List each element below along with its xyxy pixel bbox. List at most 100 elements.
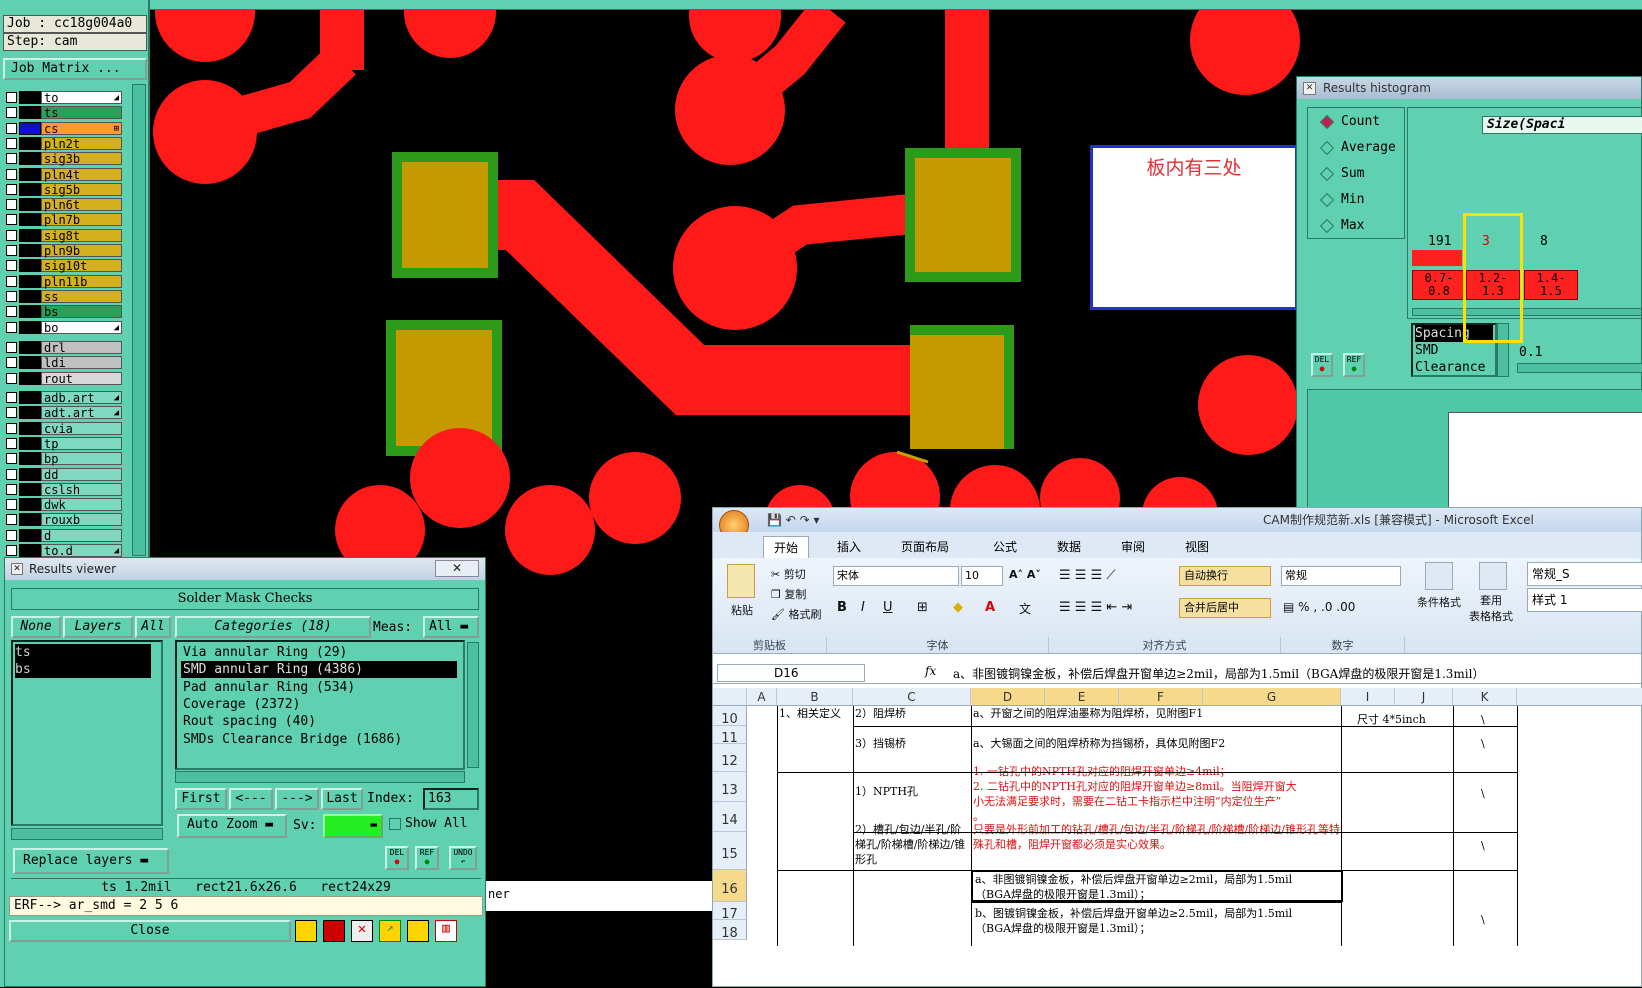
radio-icon[interactable] [1319, 218, 1335, 233]
layer-name[interactable]: pln7b [41, 213, 122, 227]
column-header[interactable]: B [777, 688, 853, 706]
job-matrix-button[interactable]: Job Matrix ... [3, 58, 147, 80]
index-input[interactable]: 163 [423, 788, 479, 810]
layer-name[interactable]: sig8t [41, 228, 122, 242]
merge-center-button[interactable]: 合并后居中 [1179, 598, 1271, 618]
option-min[interactable]: Min [1319, 192, 1364, 207]
replace-layers-dropdown[interactable]: Replace layers ▬ [13, 848, 169, 874]
column-header[interactable]: G [1203, 688, 1341, 706]
cell-k12[interactable]: \ [1481, 736, 1501, 752]
layer-checkbox[interactable] [6, 407, 17, 419]
option-max[interactable]: Max [1319, 218, 1364, 233]
layer-name[interactable]: rout [41, 371, 122, 385]
cell-d13b[interactable]: 2. 二钻孔中的NPTH孔对应的阻焊开窗单边≥8mil。当阻焊开窗大 [973, 779, 1343, 794]
cell-d17a[interactable]: b、图镀铜镍金板，补偿后焊盘开窗单边≥2.5mil，局部为1.5mil [975, 906, 1341, 921]
tab-页面布局[interactable]: 页面布局 [891, 536, 959, 557]
category-hscrollbar[interactable] [175, 771, 465, 783]
conditional-format-icon[interactable] [1425, 562, 1453, 590]
bin-label[interactable]: 0.7- 0.8 [1412, 270, 1466, 300]
layer-checkbox[interactable] [6, 468, 17, 480]
step-icon[interactable]: ↗ [379, 920, 401, 942]
radio-icon[interactable] [1319, 192, 1335, 207]
layer-name[interactable]: sig5b [41, 182, 122, 196]
layer-name[interactable]: cvia [41, 421, 122, 435]
layer-checkbox[interactable] [6, 437, 17, 449]
layers-button[interactable]: Layers [63, 616, 133, 638]
layer-name[interactable]: sig3b [41, 152, 122, 166]
table-format-button[interactable]: 套用 表格格式 [1469, 592, 1513, 624]
all-layers-button[interactable]: All [135, 616, 171, 638]
layer-row-bs[interactable]: bs [6, 304, 122, 319]
layer-name[interactable]: adb.art ◢ [41, 391, 122, 405]
layer-name[interactable]: cslsh [41, 482, 122, 496]
layer-name[interactable]: pln11b [41, 274, 122, 288]
layer-row-dd[interactable]: dd [6, 467, 122, 482]
layer-checkbox[interactable] [6, 214, 17, 226]
layer-checkbox[interactable] [6, 545, 17, 556]
layer-checkbox[interactable] [6, 453, 17, 465]
bin-label[interactable]: 1.4- 1.5 [1524, 270, 1578, 300]
column-header[interactable]: I [1341, 688, 1395, 706]
cell-c12[interactable]: 3）挡锡桥 [855, 736, 969, 752]
histogram-type-item[interactable]: SMD [1415, 342, 1438, 359]
histogram-bar[interactable] [1412, 250, 1462, 266]
align-top-icons[interactable]: ☰ ☰ ☰ ⟋ [1059, 568, 1115, 583]
column-header[interactable]: C [853, 688, 971, 706]
cross-icon[interactable]: ✕ [351, 920, 373, 942]
layer-row-pln2t[interactable]: pln2t [6, 136, 122, 151]
layer-row-ts[interactable]: ts [6, 105, 122, 120]
layer-checkbox[interactable] [6, 275, 17, 287]
layer-name[interactable]: adt.art ◢ [41, 406, 122, 420]
hist-del-button[interactable]: DEL ● [1311, 353, 1333, 377]
radio-icon[interactable] [1319, 114, 1335, 129]
layer-scrollbar[interactable] [132, 84, 146, 556]
hist-ref-button[interactable]: REF ● [1343, 353, 1365, 377]
auto-zoom-dropdown[interactable]: Auto Zoom ▬ [177, 814, 287, 838]
layer-name[interactable]: cs ⊞ [41, 121, 122, 135]
row-header[interactable]: 17 [713, 902, 747, 922]
fx-icon[interactable]: fx [925, 664, 936, 678]
layer-row-adb.art[interactable]: adb.art ◢ [6, 390, 122, 405]
category-item[interactable]: Pad annular Ring (534) [183, 679, 355, 696]
layer-name[interactable]: d [41, 528, 122, 542]
row-header[interactable]: 16 [713, 870, 747, 902]
column-header[interactable]: D [971, 688, 1045, 706]
layer-name[interactable]: pln2t [41, 136, 122, 150]
cell-c15[interactable]: 2）槽孔/包边/半孔/阶梯孔/阶梯槽/阶梯边/锥形孔 [855, 822, 969, 868]
column-header[interactable]: F [1119, 688, 1203, 706]
cell-k17[interactable]: \ [1481, 912, 1501, 928]
underline-icon[interactable]: U [883, 600, 893, 615]
align-left-icons[interactable]: ☰ ☰ ☰ ⇤ ⇥ [1059, 600, 1132, 615]
prev-button[interactable]: <--- [229, 788, 273, 810]
column-header[interactable]: K [1453, 688, 1517, 706]
layer-checkbox[interactable] [6, 514, 17, 526]
close-button[interactable]: Close [9, 920, 291, 942]
radio-icon[interactable] [1319, 166, 1335, 181]
wrap-text-button[interactable]: 自动换行 [1179, 566, 1271, 586]
category-scrollbar[interactable] [467, 642, 479, 768]
layer-name[interactable]: dd [41, 467, 122, 481]
histogram-bar[interactable] [1524, 250, 1574, 266]
layer-checkbox[interactable] [6, 392, 17, 403]
layer-checkbox[interactable] [6, 372, 17, 384]
del-button[interactable]: DEL ● [385, 846, 409, 870]
layer-checkbox[interactable] [6, 199, 17, 211]
paste-button[interactable]: 粘贴 [731, 602, 753, 618]
document-icon[interactable] [407, 920, 429, 942]
tab-公式[interactable]: 公式 [983, 536, 1027, 557]
layer-row-dwk[interactable]: dwk [6, 497, 122, 512]
spreadsheet-grid[interactable]: A B C D E F G I J K 10 11 12 13 14 15 16 17 18 1、相关定义 2）阻焊桥 a… [713, 688, 1642, 988]
layer-name[interactable]: bo ◢ [41, 320, 122, 334]
layer-name[interactable]: sig10t [41, 259, 122, 273]
layer-row-bo[interactable]: bo ◢ [6, 320, 122, 335]
column-header[interactable]: A [747, 688, 777, 706]
tab-视图[interactable]: 视图 [1175, 536, 1219, 557]
last-button[interactable]: Last [321, 788, 363, 810]
layer-row-pln4t[interactable]: pln4t [6, 167, 122, 182]
layer-row-bp[interactable]: bp [6, 451, 122, 466]
histogram-type-item[interactable]: Clearance [1415, 359, 1485, 376]
layer-row-cs[interactable]: cs ⊞ [6, 121, 122, 136]
cell-i10[interactable]: 尺寸 4*5inch [1357, 712, 1457, 726]
cell-d12[interactable]: a、大锡面之间的阻焊桥称为挡锡桥，具体见附图F2 [973, 736, 1343, 752]
layer-result-item[interactable]: ts [15, 644, 151, 661]
